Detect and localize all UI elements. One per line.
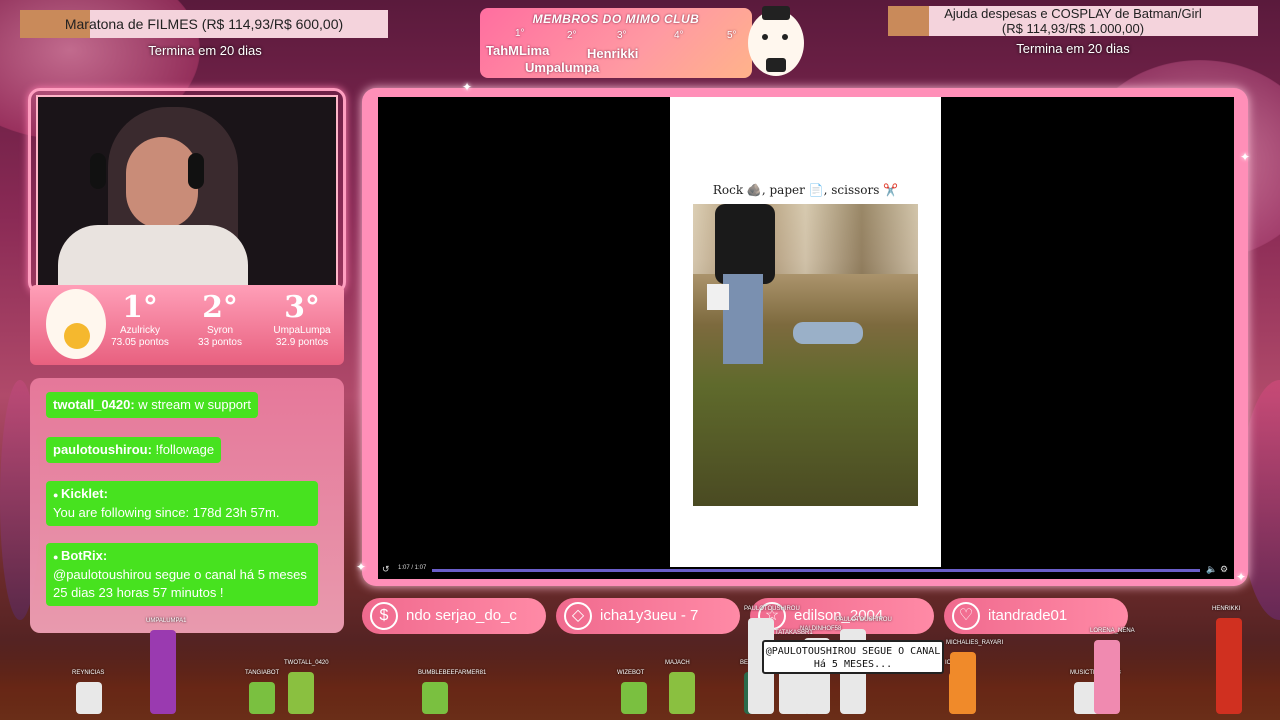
ranking-entry: 1° Azulricky 73.05 pontos xyxy=(100,291,180,349)
rank-position: 2° xyxy=(202,290,238,325)
goal-amount: (R$ 114,93/R$ 1.000,00) xyxy=(1001,21,1145,36)
viewer-name: MICHALIES_RAYARI xyxy=(946,640,1004,646)
chat-message: ● BotRix: @paulotoushirou segue o canal … xyxy=(46,543,318,606)
event-text: ndo serjao_do_c xyxy=(406,607,517,624)
chat-text: You are following since: 178d 23h 57m. xyxy=(53,505,280,520)
sparkle-icon: ✦ xyxy=(356,560,367,574)
member-rank: 1° xyxy=(515,28,525,39)
ranking-panel: 1° Azulricky 73.05 pontos 2° Syron 33 po… xyxy=(30,285,344,365)
chat-username: BotRix: xyxy=(60,548,108,563)
video-caption: Rock 🪨, paper 📄, scissors ✂️ xyxy=(712,183,899,197)
ranking-entry: 2° Syron 33 pontos xyxy=(180,291,260,349)
chat-username: Kicklet: xyxy=(60,486,108,501)
rank-position: 1° xyxy=(122,290,158,325)
dollar-icon: $ xyxy=(370,602,398,630)
member-name: Umpalumpa xyxy=(525,60,600,75)
member-rank: 4° xyxy=(674,30,684,41)
viewer-name: TATAKASBR1 xyxy=(775,630,813,636)
followage-tooltip: @PAULOTOUSHIROU SEGUE O CANAL Há 5 MESES… xyxy=(762,640,944,674)
rank-position: 3° xyxy=(284,290,320,325)
settings-icon[interactable]: ⚙ xyxy=(1220,564,1228,575)
viewer-name: REYNICIAS xyxy=(72,670,105,676)
replay-icon[interactable]: ↺ xyxy=(382,564,390,575)
chat-text: w stream w support xyxy=(134,397,251,412)
sparkle-icon: ✦ xyxy=(462,80,473,94)
goal-subtitle: Termina em 20 dias xyxy=(1016,41,1130,56)
video-scene xyxy=(693,204,918,506)
webcam-feed xyxy=(36,95,338,287)
event-text: icha1y3ueu - 7 xyxy=(600,607,699,624)
rank-name: UmpaLumpa xyxy=(273,325,331,336)
heart-icon: ♡ xyxy=(952,602,980,630)
viewer-name: LORENA_NENA xyxy=(1090,628,1135,634)
bot-icon: ● xyxy=(53,552,61,562)
sparkle-icon: ✦ xyxy=(1236,570,1247,584)
viewer-name: TWOTALL_0420 xyxy=(284,660,329,666)
video-time: 1:07 / 1:07 xyxy=(398,565,427,571)
viewer-name: PAULOTOUSHIROU xyxy=(836,617,892,623)
viewer-name: TANGIABOT xyxy=(245,670,280,676)
viewer-sprite xyxy=(150,630,176,714)
viewer-name: WIZEBOT xyxy=(617,670,645,676)
goal-bar-left: Maratona de FILMES (R$ 114,93/R$ 600,00) xyxy=(20,10,388,38)
viewer-sprite xyxy=(249,682,275,714)
viewer-sprite xyxy=(669,672,695,714)
member-rank: 3° xyxy=(617,30,627,41)
viewer-sprite xyxy=(288,672,314,714)
rank-name: Azulricky xyxy=(119,325,160,336)
viewer-sprite xyxy=(1216,618,1242,714)
video-progress-bar[interactable]: ↺ 1:07 / 1:07 🔈 ⚙ xyxy=(380,564,1232,577)
rank-points: 32.9 pontos xyxy=(275,337,329,348)
progress-track[interactable] xyxy=(432,569,1200,572)
viewer-sprite xyxy=(76,682,102,714)
chat-message: ● Kicklet: You are following since: 178d… xyxy=(46,481,318,526)
chat-message: twotall_0420: w stream w support xyxy=(46,392,258,418)
event-pill: $ ndo serjao_do_c xyxy=(362,598,546,634)
goal-bar-right: Ajuda despesas e COSPLAY de Batman/Girl … xyxy=(888,6,1258,36)
member-rank: 2° xyxy=(567,30,577,41)
goal-title: Maratona de FILMES (R$ 114,93/R$ 600,00) xyxy=(64,16,344,32)
viewer-name: BUMBLEBEEFARMER81 xyxy=(418,670,487,676)
viewer-sprite xyxy=(621,682,647,714)
bot-icon: ● xyxy=(53,490,61,500)
viewer-name: UMPALUMPA1 xyxy=(146,618,187,624)
chat-text: !followage xyxy=(151,442,215,457)
cat-mascot-icon xyxy=(748,6,804,76)
chat-message: paulotoushirou: !followage xyxy=(46,437,222,463)
rank-points: 73.05 pontos xyxy=(111,337,169,348)
viewer-sprite xyxy=(950,652,976,714)
diamond-icon: ◇ xyxy=(564,602,592,630)
volume-icon[interactable]: 🔈 xyxy=(1206,564,1217,575)
chat-text: @paulotoushirou segue o canal há 5 meses… xyxy=(53,567,307,600)
viewer-sprite xyxy=(422,682,448,714)
rank-points: 33 pontos xyxy=(198,337,242,348)
goal-title: Ajuda despesas e COSPLAY de Batman/Girl xyxy=(944,6,1202,21)
viewer-name: MAJACH xyxy=(665,660,690,666)
ranking-entry: 3° UmpaLumpa 32.9 pontos xyxy=(262,291,342,349)
viewer-name: PAULOTOUSHIROU xyxy=(744,606,800,612)
chat-username: twotall_0420: xyxy=(53,397,135,412)
event-text: itandrade01 xyxy=(988,607,1068,624)
rank-name: Syron xyxy=(206,325,234,336)
members-title: MEMBROS DO MIMO CLUB xyxy=(532,12,700,26)
member-rank: 5° xyxy=(727,30,737,41)
chat-username: paulotoushirou: xyxy=(53,442,152,457)
cat-mascot-icon xyxy=(46,289,106,359)
goal-subtitle: Termina em 20 dias xyxy=(148,43,262,58)
viewer-name: HENRIKKI xyxy=(1212,606,1241,612)
event-pill: ◇ icha1y3ueu - 7 xyxy=(556,598,740,634)
members-panel: MEMBROS DO MIMO CLUB 1° 2° 3° 4° 5° TahM… xyxy=(480,8,752,78)
viewer-sprite xyxy=(1094,640,1120,714)
member-name: TahMLima xyxy=(486,43,550,58)
member-name: Henrikki xyxy=(587,46,639,61)
sparkle-icon: ✦ xyxy=(1240,150,1251,164)
